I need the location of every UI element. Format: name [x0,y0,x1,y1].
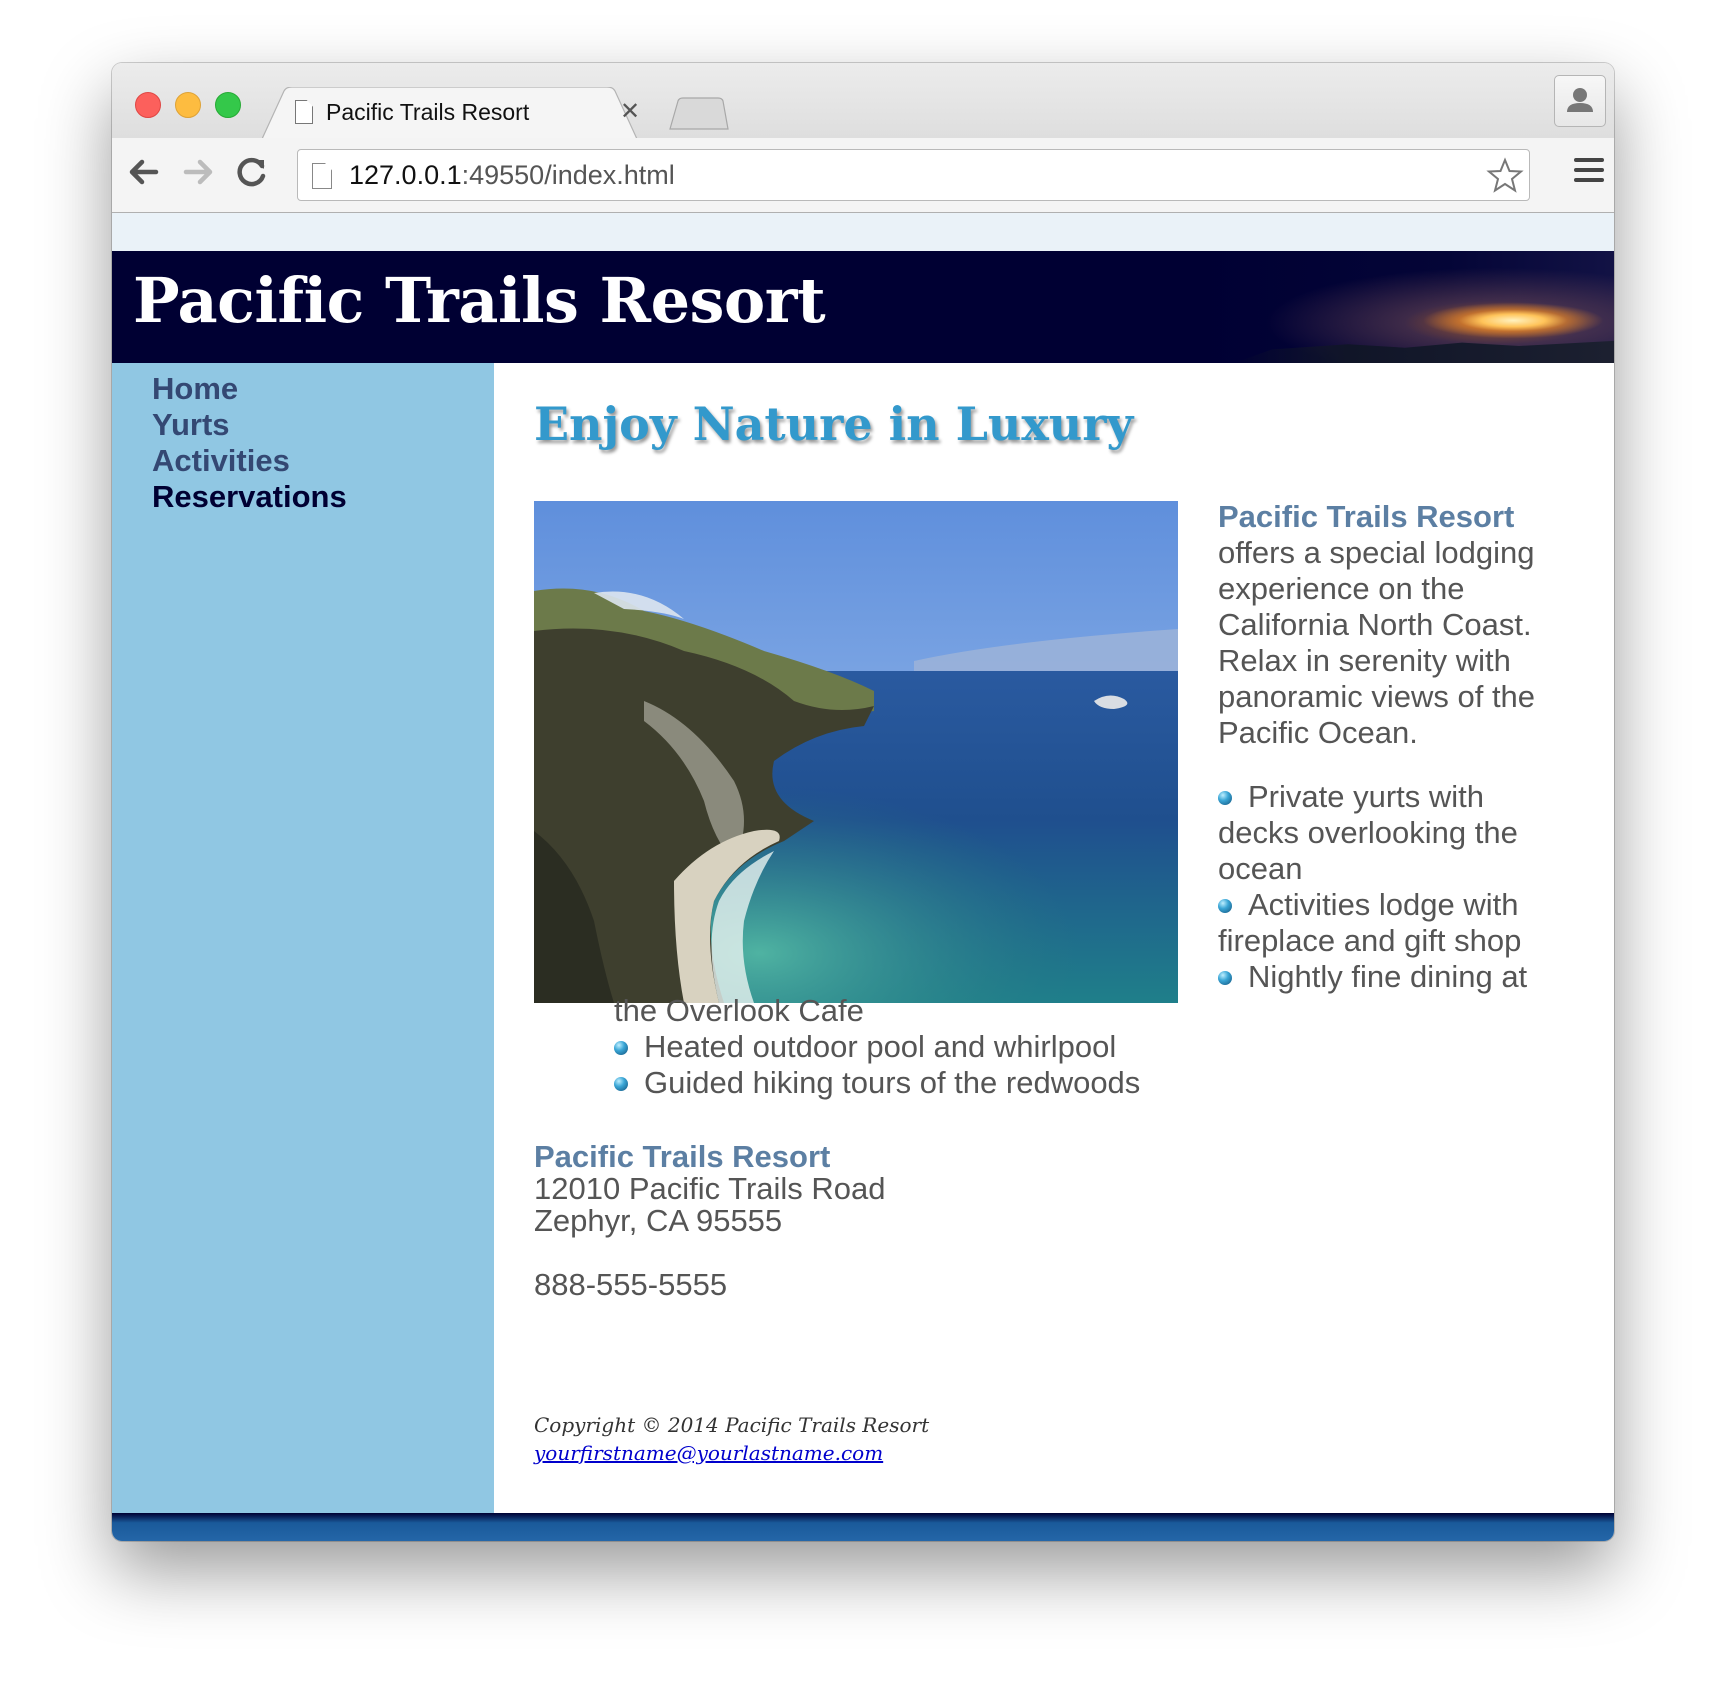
intro-text: Pacific Trails Resort offers a special l… [1218,499,1578,751]
site-header: Pacific Trails Resort [112,251,1614,363]
minimize-window-button[interactable] [175,92,201,118]
feature-item-wrap: the Overlook Cafe [614,993,864,1028]
copyright-text: Copyright © 2014 Pacific Trails Resort [534,1413,930,1437]
nav-item-activities[interactable]: Activities [152,443,347,479]
page-footer: Copyright © 2014 Pacific Trails Resort y… [534,1411,929,1467]
phone-number: 888-555-5555 [534,1267,728,1302]
nav-item-reservations[interactable]: Reservations [152,479,347,515]
browser-window: Pacific Trails Resort ✕ 127.0.0.1:49550/… [112,63,1614,1541]
intro-line: Relax in serenity with [1218,643,1511,678]
coast-photo [534,501,1178,1003]
main-nav: Home Yurts Activities Reservations [152,371,347,515]
address-name: Pacific Trails Resort [534,1139,831,1174]
new-tab-button[interactable] [668,97,730,131]
reload-icon[interactable] [232,152,272,192]
intro-resort-name: Pacific Trails Resort [1218,499,1515,534]
bullet-icon [1218,971,1232,985]
contact-address: Pacific Trails Resort 12010 Pacific Trai… [534,1141,1034,1301]
nav-item-home[interactable]: Home [152,371,347,407]
feature-item: Private yurts with decks overlooking the… [1218,779,1518,886]
nav-link-yurts[interactable]: Yurts [152,407,230,442]
feature-item: Nightly fine dining at [1218,959,1578,995]
feature-list-continued: the Overlook Cafe Heated outdoor pool an… [614,993,1314,1101]
address-city: Zephyr, CA 95555 [534,1203,783,1238]
bottom-bar [112,1513,1614,1541]
title-bar: Pacific Trails Resort ✕ [112,63,1614,139]
forward-arrow-icon[interactable] [178,152,218,192]
site-title: Pacific Trails Resort [133,264,826,337]
page-viewport: Pacific Trails Resort Home Yurts Activit… [112,213,1614,1541]
page-icon [312,163,332,189]
url-text: 127.0.0.1:49550/index.html [349,160,675,190]
intro-line: Pacific Ocean. [1218,715,1418,750]
bookmark-star-icon[interactable] [1485,156,1525,196]
person-icon [1567,88,1593,112]
sidebar: Home Yurts Activities Reservations [112,363,494,1513]
main-content: Enjoy Nature in Luxury Pacific Trails Re… [494,363,1614,1513]
bullet-icon [614,1041,628,1055]
bullet-icon [1218,899,1232,913]
tab-title: Pacific Trails Resort [326,99,530,125]
feature-list: Private yurts with decks overlooking the… [1218,779,1578,995]
close-window-button[interactable] [135,92,161,118]
address-bar[interactable]: 127.0.0.1:49550/index.html [297,149,1530,201]
bullet-icon [1218,791,1232,805]
nav-link-reservations[interactable]: Reservations [152,479,347,514]
profile-button[interactable] [1554,75,1606,127]
tab-close-icon[interactable]: ✕ [620,97,640,126]
nav-link-activities[interactable]: Activities [152,443,290,478]
feature-item: Heated outdoor pool and whirlpool [614,1029,1314,1065]
back-arrow-icon[interactable] [124,152,164,192]
address-street: 12010 Pacific Trails Road [534,1171,886,1206]
nav-item-yurts[interactable]: Yurts [152,407,347,443]
feature-item: Guided hiking tours of the redwoods [614,1065,1314,1101]
menu-icon[interactable] [1574,158,1604,188]
browser-toolbar: 127.0.0.1:49550/index.html [112,138,1614,213]
zoom-window-button[interactable] [215,92,241,118]
email-link[interactable]: yourfirstname@yourlastname.com [534,1441,883,1465]
feature-item: Activities lodge with fireplace and gift… [1218,887,1522,958]
nav-link-home[interactable]: Home [152,371,238,406]
intro-line: offers a special lodging [1218,535,1535,570]
bullet-icon [614,1077,628,1091]
intro-line: California North Coast. [1218,607,1532,642]
intro-line: panoramic views of the [1218,679,1536,714]
page-heading: Enjoy Nature in Luxury [534,397,1134,451]
intro-line: experience on the [1218,571,1465,606]
